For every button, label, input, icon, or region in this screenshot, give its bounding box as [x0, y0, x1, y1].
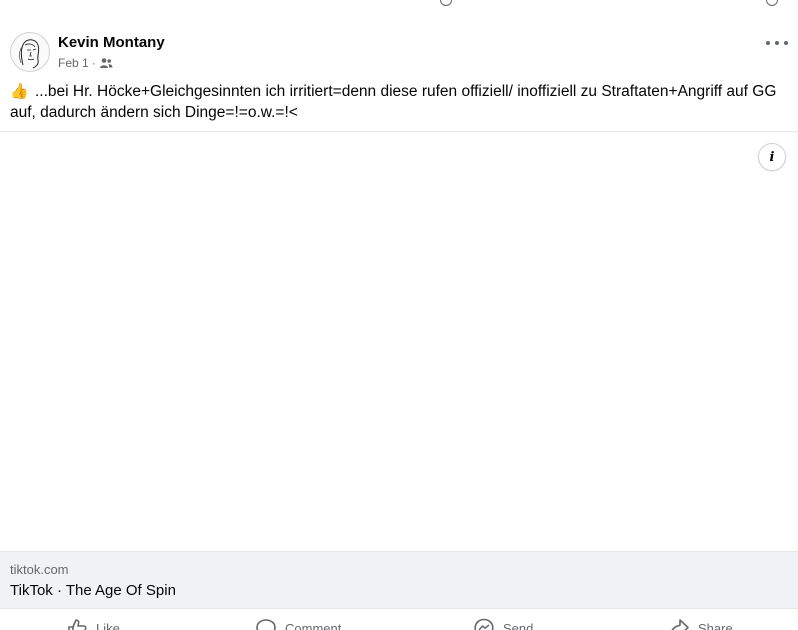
post-text: 👍 ...bei Hr. Höcke+Gleichgesinnten ich i…: [10, 81, 788, 123]
like-label: Like: [96, 620, 120, 630]
thumbs-up-icon: [68, 619, 87, 630]
action-bar: Like Comment Send Share: [0, 609, 798, 630]
send-button[interactable]: Send: [473, 617, 533, 630]
facebook-post-screen: Kevin Montany Feb 1 · 👍 ...bei Hr. Höcke…: [0, 0, 798, 630]
thumbs-up-emoji: 👍: [10, 83, 29, 100]
dot: [775, 41, 779, 45]
author-name[interactable]: Kevin Montany: [58, 34, 165, 51]
link-domain: tiktok.com: [10, 562, 69, 577]
comment-button[interactable]: Comment: [255, 617, 341, 630]
post-text-body: ...bei Hr. Höcke+Gleichgesinnten ich irr…: [10, 83, 777, 121]
friends-icon: [99, 58, 113, 68]
avatar[interactable]: [10, 32, 50, 72]
post-meta: Feb 1 ·: [58, 56, 113, 70]
meta-separator: ·: [91, 56, 96, 70]
embedded-media[interactable]: i: [0, 132, 798, 551]
share-icon: [671, 619, 689, 630]
messenger-icon: [474, 618, 494, 630]
partial-search-icon: [766, 0, 778, 6]
avatar-sketch-icon: [19, 39, 40, 69]
more-options-button[interactable]: [766, 36, 788, 50]
post-date[interactable]: Feb 1: [58, 56, 89, 70]
link-preview[interactable]: tiktok.com TikTok · The Age Of Spin: [0, 551, 798, 609]
partial-icon: [440, 0, 452, 6]
top-partial-bar: [0, 0, 798, 6]
send-label: Send: [503, 620, 534, 630]
comment-label: Comment: [285, 620, 342, 630]
info-icon[interactable]: i: [758, 143, 786, 171]
dot: [784, 41, 788, 45]
share-button[interactable]: Share: [668, 617, 733, 630]
link-title: TikTok · The Age Of Spin: [10, 582, 176, 599]
post-header: Kevin Montany Feb 1 ·: [0, 30, 798, 76]
comment-icon: [256, 619, 276, 630]
share-label: Share: [698, 620, 733, 630]
dot: [766, 41, 770, 45]
like-button[interactable]: Like: [66, 617, 120, 630]
